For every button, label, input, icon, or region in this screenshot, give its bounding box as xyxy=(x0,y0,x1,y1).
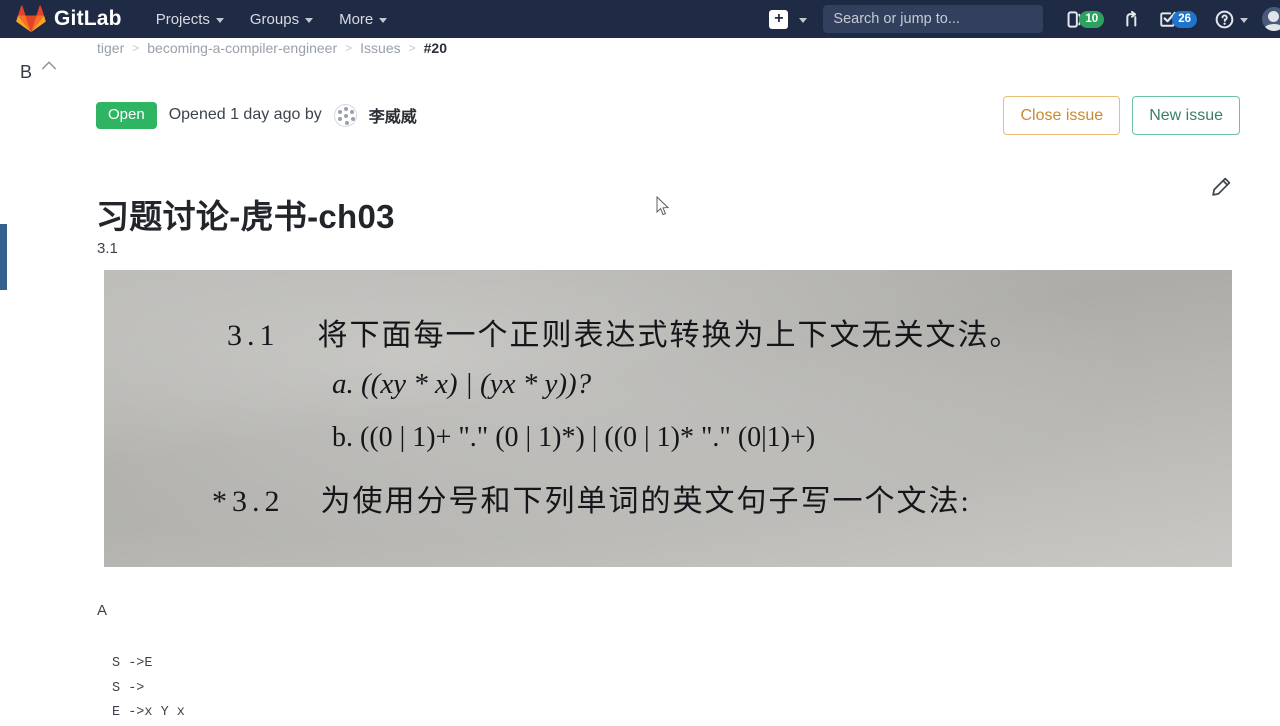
breadcrumb-item-issues[interactable]: Issues xyxy=(360,40,400,56)
plus-square-icon[interactable]: + xyxy=(769,9,789,29)
close-issue-button[interactable]: Close issue xyxy=(1003,96,1121,136)
photo-line-4-text: 为使用分号和下列单词的英文句子写一个文法: xyxy=(320,485,971,518)
breadcrumb-current-issue[interactable]: #20 xyxy=(424,40,447,56)
todos-badge-count: 26 xyxy=(1172,10,1197,28)
nav-item-groups-label: Groups xyxy=(249,10,300,28)
user-avatar[interactable] xyxy=(1262,7,1280,31)
textbook-exercise-photo[interactable]: 3.1 将下面每一个正则表达式转换为上下文无关文法。 a. ((xy * x) |… xyxy=(104,270,1232,567)
issue-opened-text: Opened 1 day ago by xyxy=(168,106,322,124)
photo-line-1: 3.1 将下面每一个正则表达式转换为上下文无关文法。 xyxy=(227,310,1022,354)
chevron-down-icon xyxy=(799,17,808,23)
photo-line-4-number: *3.2 xyxy=(212,485,285,518)
left-rail xyxy=(0,38,14,720)
photo-line-1-number: 3.1 xyxy=(227,319,280,352)
new-issue-button[interactable]: New issue xyxy=(1132,96,1240,136)
breadcrumb-separator: > xyxy=(408,41,416,55)
chevron-down-icon xyxy=(379,17,388,23)
sidebar-scroll-indicator[interactable] xyxy=(0,224,7,290)
nav-item-projects[interactable]: Projects xyxy=(156,11,224,28)
nav-item-projects-label: Projects xyxy=(155,10,210,28)
search-input[interactable]: Search or jump to... xyxy=(823,5,1044,33)
issue-author-name[interactable]: 李威威 xyxy=(369,103,417,127)
issues-badge-count: 10 xyxy=(1079,10,1105,28)
create-new-dropdown[interactable]: + xyxy=(769,9,808,29)
description-paragraph-a: A xyxy=(97,602,108,619)
photo-line-1-text: 将下面每一个正则表达式转换为上下文无关文法。 xyxy=(317,319,1022,352)
description-code-block: S ->E S -> E ->x Y x xyxy=(112,652,185,726)
navbar-left-group: GitLab Projects Groups More xyxy=(0,0,413,38)
mouse-pointer-icon xyxy=(656,196,670,216)
question-circle-icon xyxy=(1215,10,1234,28)
top-navbar: GitLab Projects Groups More + Search or … xyxy=(0,0,1280,38)
chevron-up-icon[interactable] xyxy=(40,58,58,72)
pencil-edit-icon[interactable] xyxy=(1210,176,1232,198)
code-line: S ->E xyxy=(112,656,153,671)
photo-line-2: a. ((xy * x) | (yx * y))? xyxy=(332,368,592,400)
issues-counter[interactable]: 10 xyxy=(1065,10,1105,29)
chevron-down-icon xyxy=(305,17,314,23)
rail-letter-b: B xyxy=(20,62,33,82)
page-title: 习题讨论-虎书-ch03 xyxy=(96,198,395,236)
status-badge: Open xyxy=(96,102,157,129)
nav-item-more-label: More xyxy=(339,10,374,28)
issue-status-row: Open Opened 1 day ago by 李威威 xyxy=(96,102,417,129)
nav-item-more[interactable]: More xyxy=(339,10,388,28)
chevron-down-icon xyxy=(1240,17,1248,23)
navbar-right-group: + Search or jump to... 10 26 xyxy=(769,0,1280,38)
breadcrumb: tiger > becoming-a-compiler-engineer > I… xyxy=(97,40,447,56)
breadcrumb-item-project[interactable]: becoming-a-compiler-engineer xyxy=(147,40,337,56)
gitlab-logo-icon[interactable] xyxy=(16,5,46,33)
issue-action-buttons: Close issue New issue xyxy=(1003,96,1240,136)
photo-line-3: b. ((0 | 1)+ "." (0 | 1)*) | ((0 | 1)* "… xyxy=(332,422,816,453)
search-placeholder: Search or jump to... xyxy=(833,11,960,27)
gitlab-wordmark[interactable]: GitLab xyxy=(54,7,122,31)
code-line: E ->x Y x xyxy=(112,705,185,720)
breadcrumb-separator: > xyxy=(132,41,140,55)
description-paragraph-31: 3.1 xyxy=(97,240,118,257)
merge-requests-link[interactable] xyxy=(1122,10,1141,29)
code-line: S -> xyxy=(112,680,145,696)
chevron-down-icon xyxy=(215,17,224,23)
todos-counter[interactable]: 26 xyxy=(1159,10,1197,28)
breadcrumb-item-group[interactable]: tiger xyxy=(97,40,124,56)
help-dropdown[interactable] xyxy=(1215,10,1248,29)
breadcrumb-separator: > xyxy=(345,41,353,55)
photo-line-4: *3.2 为使用分号和下列单词的英文句子写一个文法: xyxy=(212,476,971,520)
nav-item-groups[interactable]: Groups xyxy=(249,10,314,28)
merge-request-icon xyxy=(1126,10,1137,26)
author-avatar[interactable] xyxy=(333,103,357,127)
